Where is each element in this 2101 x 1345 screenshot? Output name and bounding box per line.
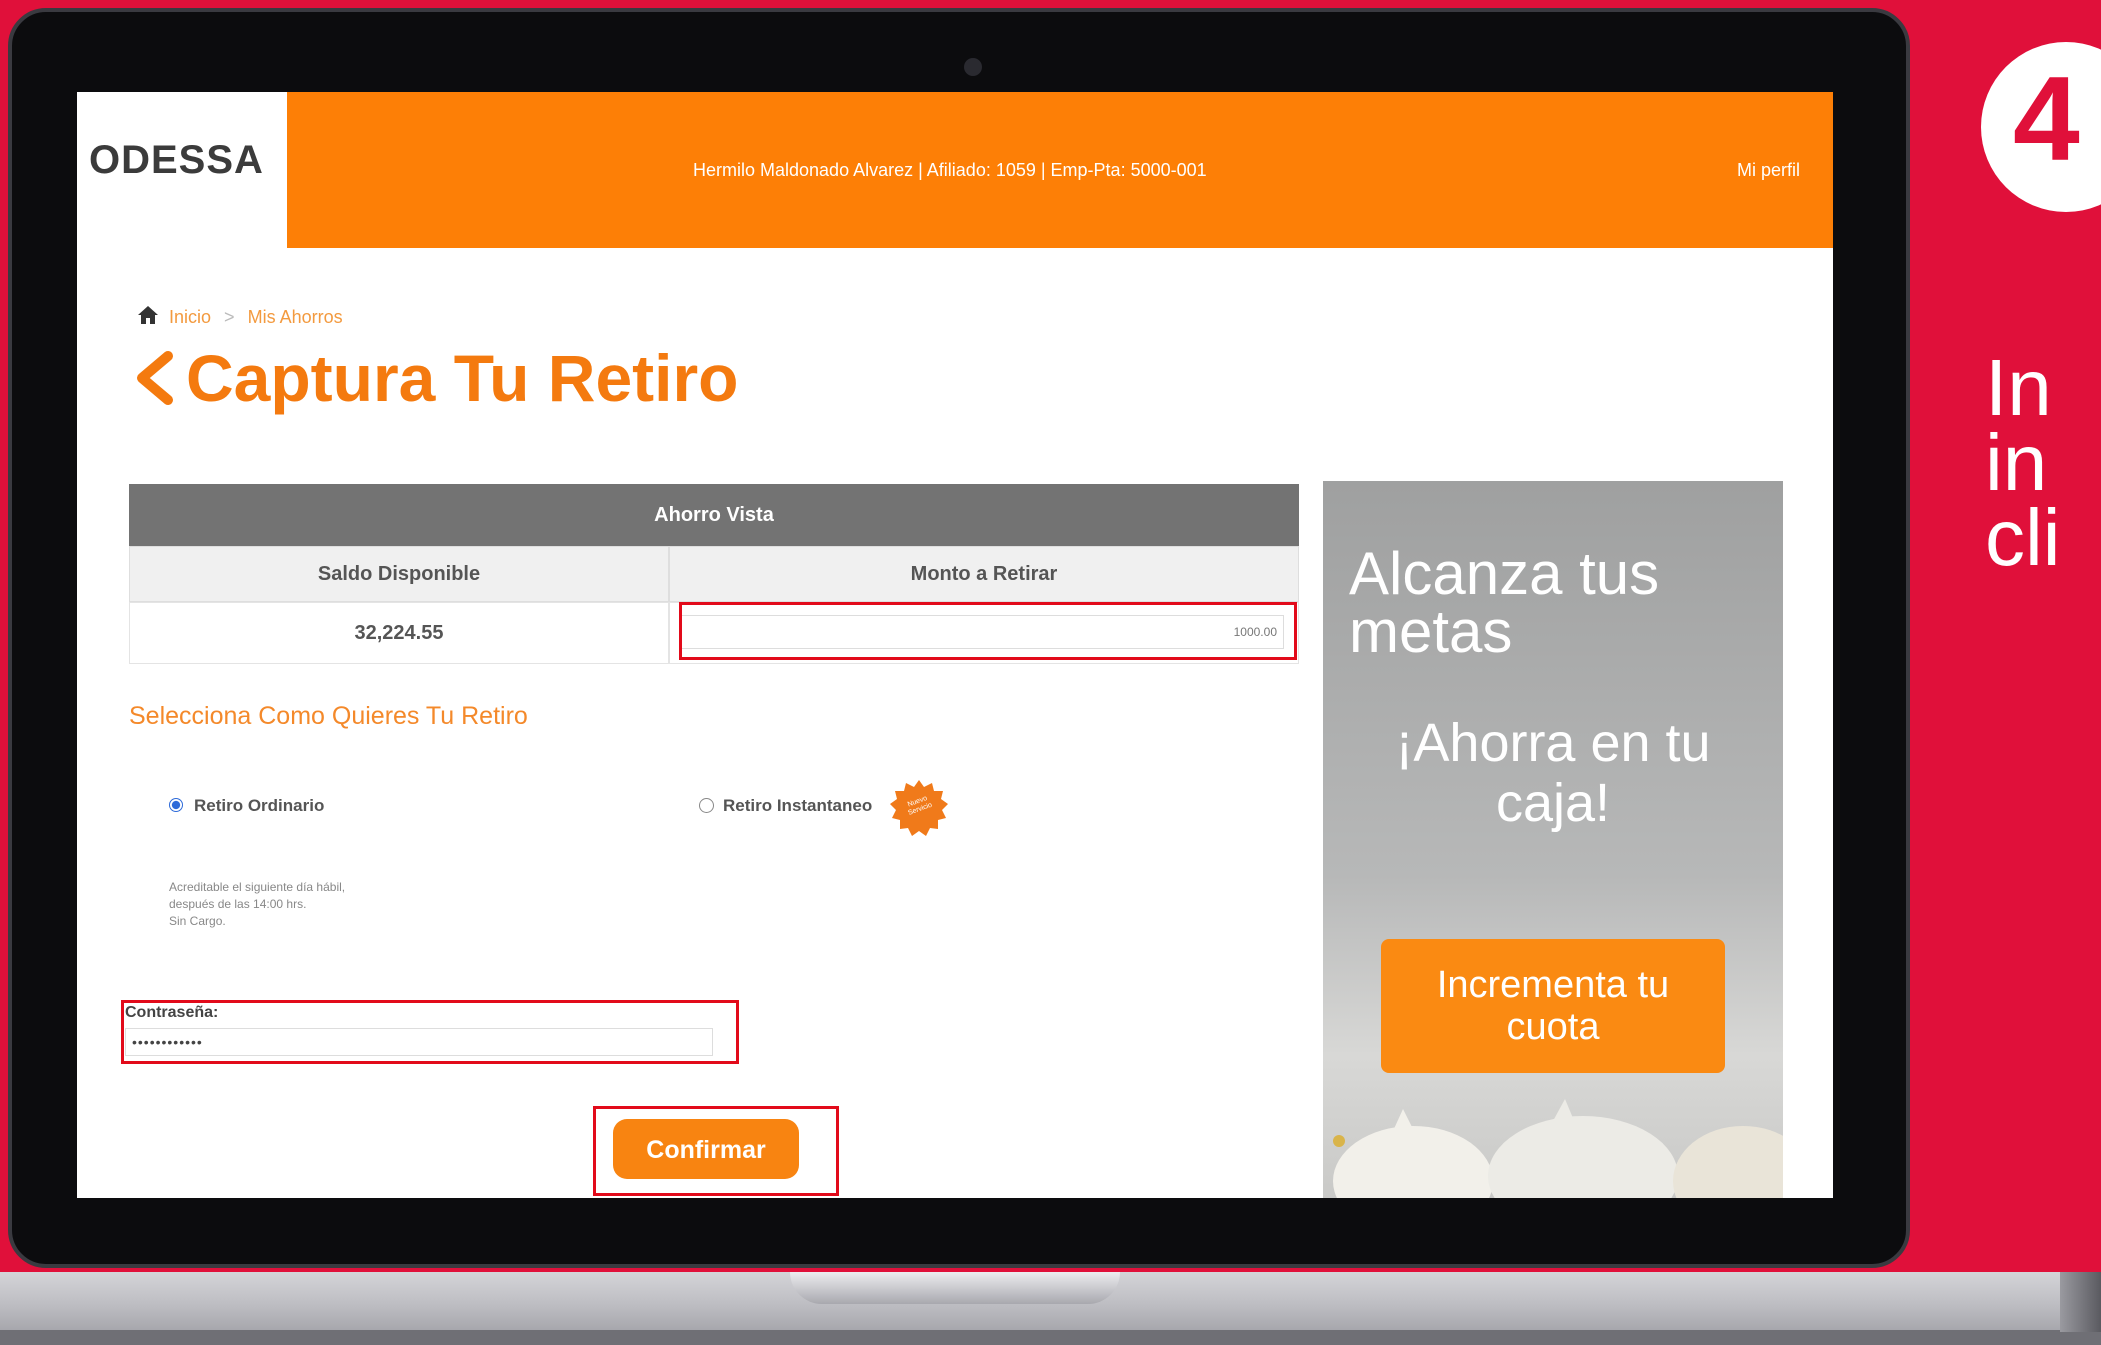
header-bar: ODESSA Hermilo Maldonado Alvarez | Afili… <box>77 92 1833 248</box>
page-title: Captura Tu Retiro <box>186 341 739 415</box>
description-line: Sin Cargo. <box>169 914 226 928</box>
saldo-value: 32,224.55 <box>129 602 669 664</box>
table-title: Ahorro Vista <box>129 484 1299 546</box>
description-line: después de las 14:00 hrs. <box>169 897 307 911</box>
profile-link[interactable]: Mi perfil <box>1737 160 1800 181</box>
label-retiro-instantaneo[interactable]: Retiro Instantaneo <box>723 796 872 816</box>
back-chevron-icon[interactable] <box>132 350 176 406</box>
laptop-base-shadow <box>2060 1272 2101 1332</box>
breadcrumb-current[interactable]: Mis Ahorros <box>248 307 343 327</box>
ad-button[interactable]: Incrementa tu cuota <box>1381 939 1725 1073</box>
logo-area[interactable]: ODESSA <box>77 92 287 248</box>
ad-banner[interactable]: Alcanza tus metas ¡Ahorra en tu caja! In… <box>1323 481 1783 1198</box>
ad-headline: Alcanza tus metas <box>1349 540 1660 665</box>
column-header-monto: Monto a Retirar <box>669 546 1299 602</box>
user-info: Hermilo Maldonado Alvarez | Afiliado: 10… <box>693 160 1207 180</box>
retiro-description: Acreditable el siguiente día hábil, desp… <box>169 879 345 930</box>
highlight-monto <box>679 602 1297 660</box>
browser-screen: ODESSA Hermilo Maldonado Alvarez | Afili… <box>77 92 1833 1198</box>
label-retiro-ordinario[interactable]: Retiro Ordinario <box>194 796 324 816</box>
piggy-bank-image <box>1333 1099 1783 1198</box>
retiro-section-title: Selecciona Como Quieres Tu Retiro <box>129 702 528 730</box>
logo: ODESSA <box>89 138 264 182</box>
slide-instruction-text: In in cli <box>1985 343 2061 582</box>
breadcrumb: Inicio > Mis Ahorros <box>169 307 351 328</box>
laptop-notch <box>790 1272 1120 1304</box>
highlight-confirm <box>593 1106 839 1196</box>
breadcrumb-home[interactable]: Inicio <box>169 307 211 327</box>
description-line: Acreditable el siguiente día hábil, <box>169 880 346 894</box>
ad-button-label: Incrementa tu cuota <box>1436 964 1670 1048</box>
home-icon[interactable] <box>137 305 159 325</box>
camera-dot <box>964 58 982 76</box>
page-title-row: Captura Tu Retiro <box>132 340 738 416</box>
step-number: 4 <box>2013 52 2080 186</box>
radio-retiro-instantaneo[interactable] <box>699 798 714 813</box>
breadcrumb-separator: > <box>224 307 235 327</box>
ad-subheadline: ¡Ahorra en tu caja! <box>1395 713 1711 833</box>
highlight-password <box>121 1000 739 1064</box>
column-header-saldo: Saldo Disponible <box>129 546 669 602</box>
laptop-base-edge <box>0 1330 2101 1345</box>
radio-retiro-ordinario[interactable] <box>169 798 183 812</box>
